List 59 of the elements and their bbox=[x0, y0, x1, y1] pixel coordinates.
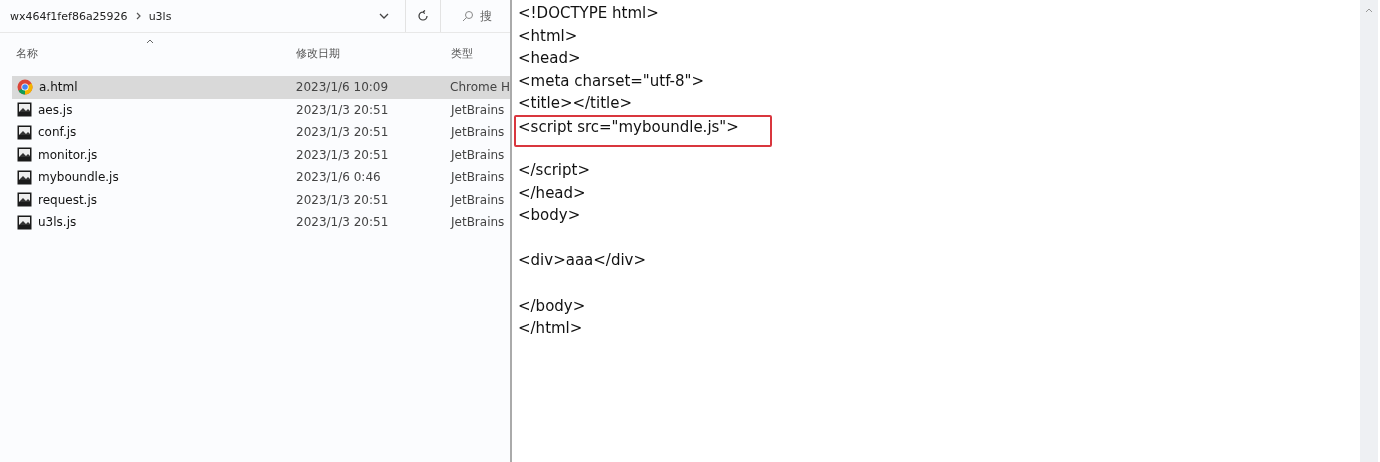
image-file-icon bbox=[17, 147, 32, 163]
scrollbar[interactable] bbox=[1360, 0, 1378, 462]
file-row[interactable]: a.html 2023/1/6 10:09 Chrome H bbox=[12, 76, 510, 99]
file-date: 2023/1/6 10:09 bbox=[295, 80, 390, 95]
search-field[interactable]: 搜 bbox=[480, 9, 510, 23]
column-header[interactable]: 修改日期 bbox=[296, 45, 451, 61]
refresh-icon[interactable] bbox=[417, 10, 430, 22]
code-line: <!DOCTYPE html> bbox=[518, 3, 660, 24]
code-line: <title></title> bbox=[518, 93, 633, 115]
file-date: 2023/1/3 20:51 bbox=[296, 102, 390, 117]
file-name: monitor.js bbox=[38, 147, 99, 162]
scroll-up-icon[interactable] bbox=[1365, 8, 1373, 13]
code-line: <body> bbox=[518, 205, 582, 227]
code-line: <div>aaa</div> bbox=[518, 250, 648, 272]
image-file-icon bbox=[17, 102, 32, 118]
column-header[interactable]: 名称 bbox=[16, 45, 296, 61]
search-icon bbox=[462, 10, 474, 22]
file-row[interactable]: u3ls.js 2023/1/3 20:51 JetBrains bbox=[12, 211, 510, 234]
code-line: <html> bbox=[518, 25, 579, 47]
file-name: request.js bbox=[38, 192, 98, 207]
breadcrumb-item[interactable]: wx464f1fef86a25926 bbox=[10, 9, 128, 23]
chevron-down-icon[interactable] bbox=[379, 13, 390, 19]
file-row[interactable]: conf.js 2023/1/3 20:51 JetBrains bbox=[12, 121, 510, 144]
chevron-right-icon bbox=[135, 12, 141, 20]
file-type: Chrome H bbox=[450, 80, 510, 95]
code-line: <meta charset="utf-8"> bbox=[518, 70, 706, 92]
code-line: <head> bbox=[518, 48, 582, 70]
file-date: 2023/1/3 20:51 bbox=[296, 125, 390, 140]
breadcrumb-item[interactable]: u3ls bbox=[148, 9, 172, 23]
image-file-icon bbox=[17, 192, 32, 208]
file-row[interactable]: aes.js 2023/1/3 20:51 JetBrains bbox=[12, 98, 510, 121]
sort-ascending-icon bbox=[146, 39, 154, 44]
file-type: JetBrains bbox=[451, 147, 505, 162]
code-line: </script> bbox=[518, 159, 591, 181]
file-name: conf.js bbox=[38, 125, 78, 140]
file-date: 2023/1/3 20:51 bbox=[296, 192, 390, 207]
file-row[interactable]: myboundle.js 2023/1/6 0:46 JetBrains bbox=[12, 166, 510, 189]
file-date: 2023/1/3 20:51 bbox=[296, 147, 390, 162]
file-date: 2023/1/6 0:46 bbox=[296, 170, 382, 185]
file-type: JetBrains bbox=[451, 192, 505, 207]
file-type: JetBrains bbox=[451, 102, 505, 117]
file-name: myboundle.js bbox=[38, 170, 120, 185]
browser-icon bbox=[17, 79, 33, 96]
file-date: 2023/1/3 20:51 bbox=[296, 215, 390, 230]
image-file-icon bbox=[17, 124, 32, 140]
code-line: </html> bbox=[518, 318, 584, 340]
image-file-icon bbox=[17, 169, 32, 185]
file-name: u3ls.js bbox=[38, 215, 78, 230]
file-name: aes.js bbox=[38, 102, 74, 117]
file-name: a.html bbox=[39, 80, 79, 95]
image-file-icon bbox=[17, 214, 32, 230]
column-header[interactable]: 类型 bbox=[451, 45, 473, 61]
code-line: </body> bbox=[518, 295, 587, 317]
file-row[interactable]: monitor.js 2023/1/3 20:51 JetBrains bbox=[12, 143, 510, 166]
code-line: </head> bbox=[518, 182, 587, 204]
file-row[interactable]: request.js 2023/1/3 20:51 JetBrains bbox=[12, 188, 510, 211]
file-type: JetBrains bbox=[451, 215, 505, 230]
file-type: JetBrains bbox=[451, 170, 505, 185]
file-type: JetBrains bbox=[451, 125, 505, 140]
